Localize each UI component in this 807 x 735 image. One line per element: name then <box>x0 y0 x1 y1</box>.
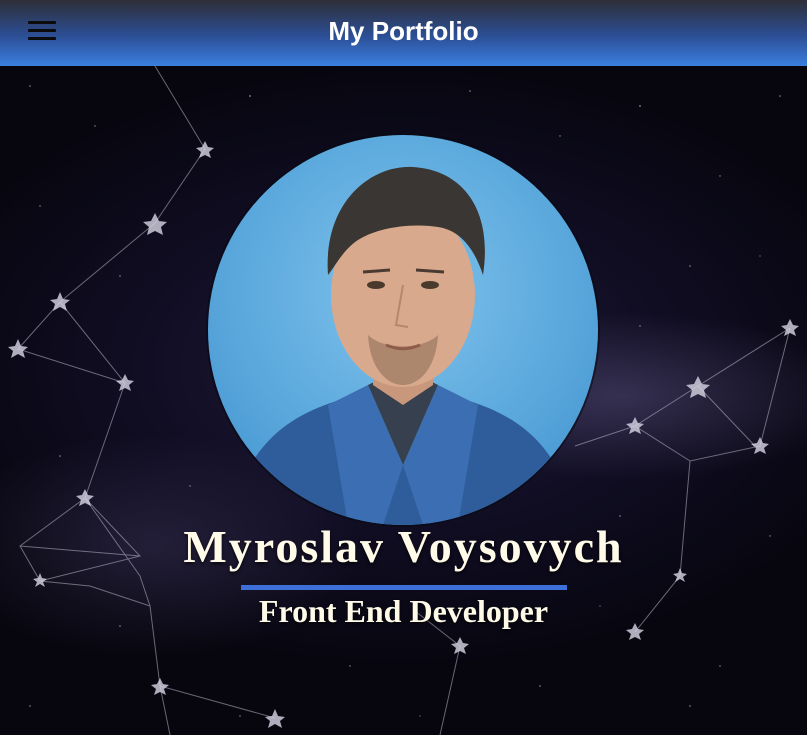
profile-name: Myroslav Voysovych <box>183 521 624 572</box>
profile-role: Front End Developer <box>258 593 549 629</box>
hero-section: Myroslav Voysovych Front End Developer <box>0 66 807 735</box>
top-app-bar: My Portfolio <box>0 0 807 66</box>
hamburger-menu-icon[interactable] <box>28 21 56 41</box>
name-underline <box>241 585 567 590</box>
portfolio-page: My Portfolio Myroslav Voysovych Front En… <box>0 0 807 735</box>
profile-photo <box>208 135 598 525</box>
app-title: My Portfolio <box>328 16 479 46</box>
